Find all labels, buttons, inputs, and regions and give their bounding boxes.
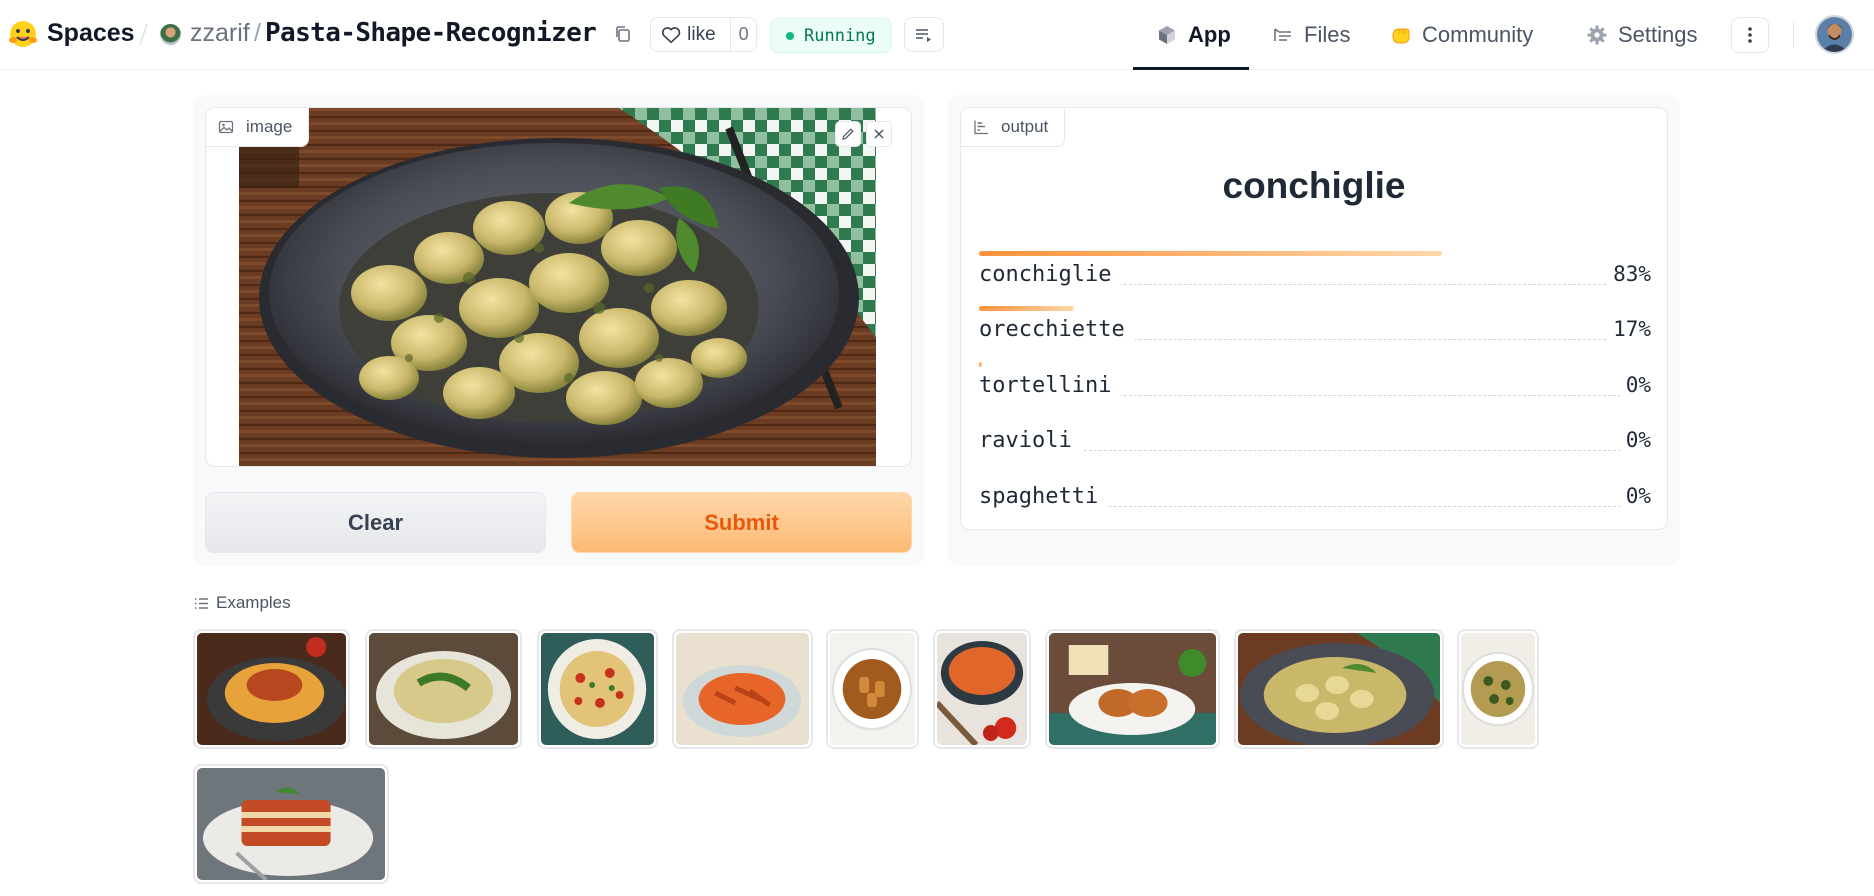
user-avatar-image: [1817, 17, 1852, 52]
space-menu-button[interactable]: [904, 17, 944, 52]
confidence-row[interactable]: tortellini 0%: [979, 362, 1651, 418]
huggingface-logo-icon[interactable]: [8, 19, 38, 49]
output-block-label: output: [961, 108, 1066, 147]
image-label-text: image: [246, 117, 293, 136]
more-options-button[interactable]: [1731, 17, 1769, 53]
example-thumbnail[interactable]: [365, 629, 522, 749]
top-navbar: Spaces zzarif / Pasta-Shape-Recognizer l…: [0, 0, 1874, 70]
confidence-percent: 0%: [1619, 428, 1651, 452]
status-badge[interactable]: Running: [770, 18, 892, 53]
owner-avatar[interactable]: [160, 24, 181, 45]
pencil-icon: [842, 128, 854, 140]
image-icon: [218, 120, 234, 134]
confidence-label: conchiglie: [979, 262, 1122, 287]
example-thumbnail[interactable]: [672, 629, 813, 749]
confidence-label: ravioli: [979, 428, 1082, 453]
tab-app-label: App: [1188, 22, 1231, 47]
close-icon: [874, 129, 884, 139]
confidence-percent: 83%: [1607, 262, 1651, 286]
confidence-percent: 0%: [1619, 484, 1651, 508]
example-image: [830, 633, 915, 745]
example-image: [197, 633, 346, 745]
example-image: [541, 633, 654, 745]
header-divider: [1793, 22, 1794, 48]
header-divider: [139, 24, 151, 45]
tab-community-label: Community: [1422, 22, 1534, 47]
copy-icon[interactable]: [613, 24, 633, 44]
edit-image-button[interactable]: [835, 121, 861, 147]
list-icon: [916, 28, 931, 42]
confidence-bar: [979, 362, 982, 367]
confidence-row[interactable]: ravioli 0%: [979, 417, 1651, 473]
example-thumbnail[interactable]: [933, 629, 1031, 749]
status-dot-icon: [786, 31, 794, 40]
confidence-bar: [979, 251, 1442, 256]
owner-link[interactable]: zzarif: [190, 19, 250, 48]
example-image: [197, 768, 385, 880]
example-thumbnail[interactable]: [537, 629, 658, 749]
user-avatar[interactable]: [1815, 15, 1854, 54]
confidence-row[interactable]: conchiglie 83%: [979, 251, 1651, 307]
status-text: Running: [804, 25, 876, 46]
remove-image-button[interactable]: [866, 121, 892, 147]
example-image: [937, 633, 1027, 745]
example-thumbnail[interactable]: [193, 764, 389, 884]
bar-chart-icon: [974, 120, 988, 135]
example-thumbnail[interactable]: [826, 629, 919, 749]
heart-icon: [661, 26, 681, 43]
tab-files[interactable]: Files: [1272, 17, 1350, 53]
confidence-label: spaghetti: [979, 484, 1109, 509]
confidence-row[interactable]: spaghetti 0%: [979, 473, 1651, 529]
output-label-text: output: [1001, 117, 1049, 136]
like-count[interactable]: 0: [730, 18, 756, 51]
clear-button[interactable]: Clear: [205, 492, 546, 553]
space-name-link[interactable]: Pasta-Shape-Recognizer: [265, 18, 597, 48]
confidence-label: orecchiette: [979, 317, 1135, 342]
confidence-percent: 0%: [1619, 373, 1651, 397]
submit-button[interactable]: Submit: [571, 492, 912, 553]
label-output: output conchiglie conchiglie 83% orecchi…: [960, 107, 1668, 530]
example-thumbnail[interactable]: [1457, 629, 1539, 749]
example-thumbnail[interactable]: [1234, 629, 1444, 749]
examples-heading: Examples: [194, 593, 291, 613]
like-label: like: [687, 23, 716, 45]
tab-community[interactable]: Community: [1390, 17, 1533, 53]
example-image: [676, 633, 809, 745]
image-block-label: image: [206, 108, 310, 147]
uploaded-pasta-image: [239, 108, 876, 466]
tab-settings[interactable]: Settings: [1586, 17, 1698, 53]
example-image: [1049, 633, 1216, 745]
image-input[interactable]: image: [205, 107, 912, 467]
examples-label-text: Examples: [216, 593, 291, 612]
cube-icon: [1159, 26, 1175, 44]
confidence-label: tortellini: [979, 373, 1122, 398]
like-button[interactable]: like 0: [650, 17, 757, 52]
tab-files-label: Files: [1304, 22, 1351, 47]
example-image: [369, 633, 518, 745]
confidence-bar: [979, 306, 1074, 311]
confidence-row[interactable]: orecchiette 17%: [979, 306, 1651, 362]
example-image: [1461, 633, 1535, 745]
more-vertical-icon: [1748, 27, 1752, 43]
tab-app[interactable]: App: [1156, 17, 1231, 53]
predicted-label: conchiglie: [1222, 165, 1406, 206]
tab-settings-label: Settings: [1618, 22, 1698, 47]
example-thumbnail[interactable]: [193, 629, 350, 749]
example-thumbnail[interactable]: [1045, 629, 1220, 749]
active-tab-indicator: [1133, 67, 1249, 70]
example-image: [1238, 633, 1440, 745]
path-separator: /: [254, 19, 261, 47]
gear-icon: [1587, 25, 1607, 45]
files-icon: [1274, 28, 1291, 41]
list-icon: [195, 597, 208, 609]
hand-icon: [1392, 28, 1410, 44]
spaces-brand-link[interactable]: Spaces: [47, 19, 135, 48]
confidence-percent: 17%: [1607, 317, 1651, 341]
